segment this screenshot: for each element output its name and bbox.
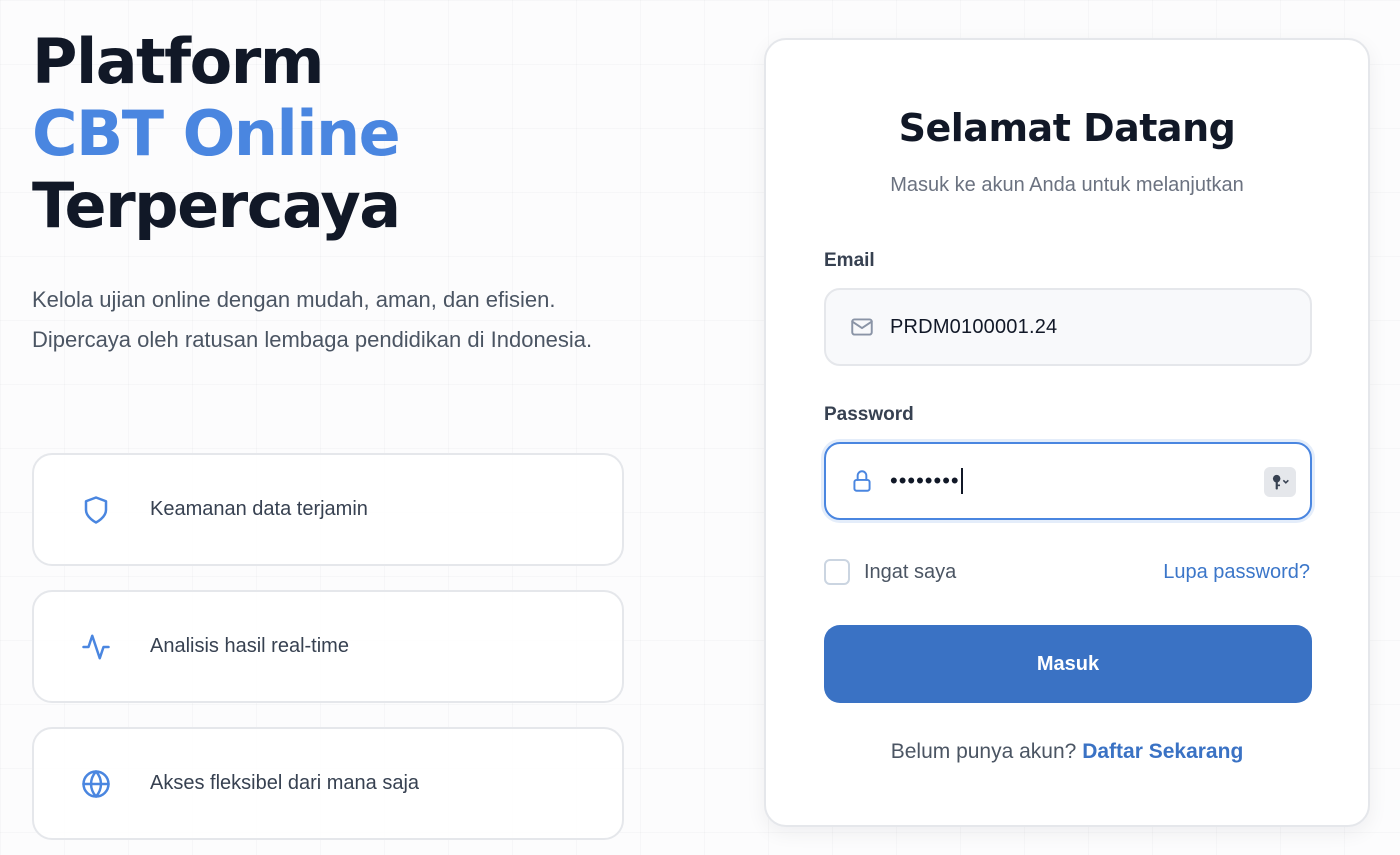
hero-title-accent: CBT Online (32, 97, 401, 170)
activity-icon (80, 631, 112, 663)
hero-title-line3: Terpercaya (32, 169, 401, 242)
feature-label: Akses fleksibel dari mana saja (150, 772, 420, 794)
hero-title: Platform CBT Online Terpercaya (32, 26, 632, 242)
hero-section: Platform CBT Online Terpercaya Kelola uj… (32, 26, 632, 360)
password-label: Password (824, 404, 914, 425)
password-value[interactable]: •••••••• (890, 468, 963, 494)
email-value[interactable]: PRDM0100001.24 (890, 316, 1057, 339)
remember-label[interactable]: Ingat saya (864, 561, 956, 584)
forgot-password-link[interactable]: Lupa password? (1163, 559, 1310, 585)
password-field[interactable]: •••••••• (824, 442, 1312, 520)
hero-description: Kelola ujian online dengan mudah, aman, … (32, 287, 593, 352)
hero-title-line1: Platform (32, 25, 324, 98)
feature-card-analytics: Analisis hasil real-time (32, 590, 624, 703)
login-button[interactable]: Masuk (824, 625, 1312, 703)
remember-me[interactable]: Ingat saya (824, 559, 956, 585)
password-mask: •••••••• (890, 468, 960, 493)
feature-card-access: Akses fleksibel dari mana saja (32, 727, 624, 840)
signup-link[interactable]: Daftar Sekarang (1082, 740, 1243, 763)
signup-prompt: Belum punya akun? Daftar Sekarang (766, 740, 1368, 764)
globe-icon (80, 768, 112, 800)
login-subtitle: Masuk ke akun Anda untuk melanjutkan (890, 174, 1244, 196)
feature-label: Analisis hasil real-time (150, 635, 349, 657)
text-caret (960, 468, 963, 494)
lock-icon (848, 467, 876, 495)
feature-label: Keamanan data terjamin (150, 498, 368, 520)
signup-prompt-text: Belum punya akun? (890, 740, 1077, 763)
mail-icon (848, 313, 876, 341)
login-title: Selamat Datang (898, 106, 1236, 150)
email-label: Email (824, 250, 875, 271)
feature-card-security: Keamanan data terjamin (32, 453, 624, 566)
email-field[interactable]: PRDM0100001.24 (824, 288, 1312, 366)
remember-checkbox[interactable] (824, 559, 850, 585)
login-card: Selamat Datang Masuk ke akun Anda untuk … (764, 38, 1370, 827)
feature-list: Keamanan data terjamin Analisis hasil re… (32, 453, 624, 855)
password-manager-key-icon[interactable] (1264, 467, 1296, 497)
shield-icon (80, 494, 112, 526)
